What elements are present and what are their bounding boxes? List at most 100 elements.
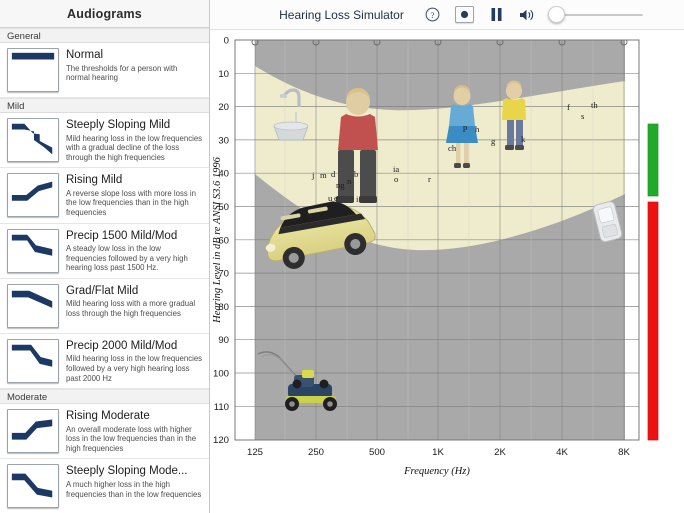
svg-text:90: 90	[218, 335, 229, 346]
audiogram-text-rising-moderate: Rising Moderate An overall moderate loss…	[66, 409, 203, 453]
sidebar-scrollbar-thumb[interactable]	[203, 30, 208, 180]
y-axis-label: Hearing Level in dB re ANSI S3.6 1996	[212, 156, 223, 323]
audiogram-text-grad-flat-mild: Grad/Flat Mild Mild hearing loss with a …	[66, 284, 203, 319]
svg-text:ng: ng	[336, 180, 345, 190]
audiogram-description: The thresholds for a person with normal …	[66, 63, 178, 83]
svg-text:8K: 8K	[618, 447, 630, 458]
svg-text:120: 120	[213, 435, 229, 446]
toolbar: Hearing Loss Simulator ?	[210, 0, 684, 30]
audiogram-item-rising-mild[interactable]: Rising Mild A reverse slope loss with mo…	[0, 168, 209, 224]
svg-text:Needs Amplification: Needs Amplification	[663, 284, 673, 358]
group-header-general: General	[0, 28, 209, 43]
group-header-moderate: Moderate	[0, 389, 209, 405]
audiogram-list[interactable]: General Normal The thresholds for a pers…	[0, 28, 209, 513]
svg-text:r: r	[428, 174, 431, 184]
legend-normal: Normal	[647, 123, 673, 197]
audiogram-description: A reverse slope loss with more loss in t…	[66, 188, 196, 217]
audiogram-title: Precip 1500 Mild/Mod	[66, 229, 178, 242]
svg-text:j: j	[311, 170, 314, 180]
svg-text:20: 20	[218, 102, 229, 113]
svg-text:Normal: Normal	[663, 147, 673, 174]
svg-text:1K: 1K	[432, 447, 444, 458]
svg-text:p: p	[463, 122, 467, 132]
svg-text:th: th	[591, 100, 598, 110]
audiogram-item-grad-flat-mild[interactable]: Grad/Flat Mild Mild hearing loss with a …	[0, 278, 209, 334]
audiogram-thumbnail-steeply-sloping-moderate	[7, 464, 59, 509]
svg-text:10: 10	[218, 69, 229, 80]
audiogram-title: Rising Mild	[66, 174, 123, 187]
audiogram-thumbnail-steeply-sloping-mild	[7, 118, 59, 162]
audiogram-description: An overall moderate loss with higher los…	[66, 424, 197, 453]
svg-text:?: ?	[430, 10, 434, 20]
audiogram-thumbnail-rising-mild	[7, 173, 59, 218]
audiogram-thumbnail-precip-2000	[7, 338, 59, 383]
svg-text:125: 125	[247, 447, 263, 458]
x-axis-ticks: 125 250 500 1K 2K 4K 8K	[247, 447, 630, 458]
audiogram-thumbnail-precip-1500	[7, 228, 59, 273]
svg-text:250: 250	[308, 447, 324, 458]
volume-slider-track	[554, 14, 643, 16]
audiogram-text-steeply-sloping-mild: Steeply Sloping Mild Mild hearing loss i…	[66, 118, 203, 162]
audiograms-sidebar: Audiograms General Normal The thresholds…	[0, 0, 210, 513]
svg-text:4K: 4K	[556, 447, 568, 458]
audiogram-description: A steady low loss in the low frequencies…	[66, 244, 188, 273]
audiogram-description: Mild hearing loss in the low frequencies…	[66, 133, 203, 162]
hearing-loss-simulator-window: Audiograms General Normal The thresholds…	[0, 0, 684, 513]
svg-text:o: o	[394, 174, 398, 184]
audiogram-text-rising-mild: Rising Mild A reverse slope loss with mo…	[66, 173, 203, 217]
audiogram-title: Normal	[66, 49, 104, 61]
svg-text:2K: 2K	[494, 447, 506, 458]
svg-text:0: 0	[224, 36, 229, 47]
simulator-main-panel: Hearing Loss Simulator ? j m d ng n b u …	[210, 0, 684, 513]
svg-text:500: 500	[369, 447, 385, 458]
audiogram-text-normal: Normal The thresholds for a person with …	[66, 48, 203, 83]
audiogram-description: A much higher loss in the high frequenci…	[66, 479, 202, 499]
audiogram-item-precip-2000[interactable]: Precip 2000 Mild/Mod Mild hearing loss i…	[0, 333, 209, 390]
svg-text:ia: ia	[393, 164, 399, 174]
svg-text:m: m	[320, 170, 327, 180]
svg-text:110: 110	[214, 402, 229, 413]
group-label: General	[7, 31, 41, 42]
audiogram-text-precip-1500: Precip 1500 Mild/Mod A steady low loss i…	[66, 229, 203, 273]
group-label: Moderate	[7, 392, 48, 404]
sidebar-title: Audiograms	[67, 6, 142, 21]
pause-icon[interactable]	[488, 6, 505, 23]
audiogram-item-steeply-sloping-mild[interactable]: Steeply Sloping Mild Mild hearing loss i…	[0, 113, 209, 169]
record-dot-icon[interactable]	[454, 6, 474, 23]
audiogram-description: Mild hearing loss in the low frequencies…	[66, 354, 203, 383]
volume-slider-knob[interactable]	[547, 6, 565, 23]
audiogram-description: Mild hearing loss with a more gradual lo…	[66, 299, 196, 318]
speaker-wave-icon[interactable]	[519, 6, 536, 23]
group-header-mild: Mild	[0, 98, 209, 113]
audiogram-item-precip-1500[interactable]: Precip 1500 Mild/Mod A steady low loss i…	[0, 223, 209, 279]
volume-slider[interactable]	[547, 6, 643, 23]
sidebar-header: Audiograms	[0, 0, 209, 28]
audiogram-text-precip-2000: Precip 2000 Mild/Mod Mild hearing loss i…	[66, 339, 203, 383]
audiogram-title: Grad/Flat Mild	[66, 284, 139, 297]
app-title: Hearing Loss Simulator	[279, 7, 404, 22]
audiogram-title: Precip 2000 Mild/Mod	[66, 339, 178, 352]
audiogram-item-normal[interactable]: Normal The thresholds for a person with …	[0, 43, 209, 98]
audiogram-thumbnail-rising-moderate	[7, 409, 59, 454]
question-circle-icon[interactable]: ?	[424, 6, 441, 23]
svg-text:b: b	[354, 169, 358, 179]
legend-needs-amplification: Needs Amplification	[647, 201, 673, 441]
svg-text:ch: ch	[448, 143, 457, 153]
audiogram-title: Steeply Sloping Mild	[66, 119, 171, 131]
sidebar-scrollbar[interactable]	[202, 28, 209, 513]
audiogram-item-rising-moderate[interactable]: Rising Moderate An overall moderate loss…	[0, 404, 209, 460]
svg-text:e: e	[334, 193, 338, 203]
svg-text:u: u	[328, 193, 333, 203]
svg-text:k: k	[521, 134, 526, 144]
group-label: Mild	[7, 101, 25, 112]
svg-text:d: d	[331, 169, 336, 179]
svg-text:h: h	[475, 124, 480, 134]
audiogram-thumbnail-normal	[7, 48, 59, 92]
audiogram-title: Steeply Sloping Mode...	[66, 465, 188, 478]
x-axis-label: Frequency (Hz)	[403, 466, 470, 477]
audiogram-item-steeply-sloping-moderate[interactable]: Steeply Sloping Mode... A much higher lo…	[0, 459, 209, 513]
svg-text:30: 30	[218, 135, 229, 146]
svg-text:100: 100	[213, 369, 229, 380]
audiogram-chart[interactable]: j m d ng n b u e i ia o r ch p h g k f t…	[210, 30, 684, 513]
audiogram-thumbnail-grad-flat-mild	[7, 283, 59, 328]
